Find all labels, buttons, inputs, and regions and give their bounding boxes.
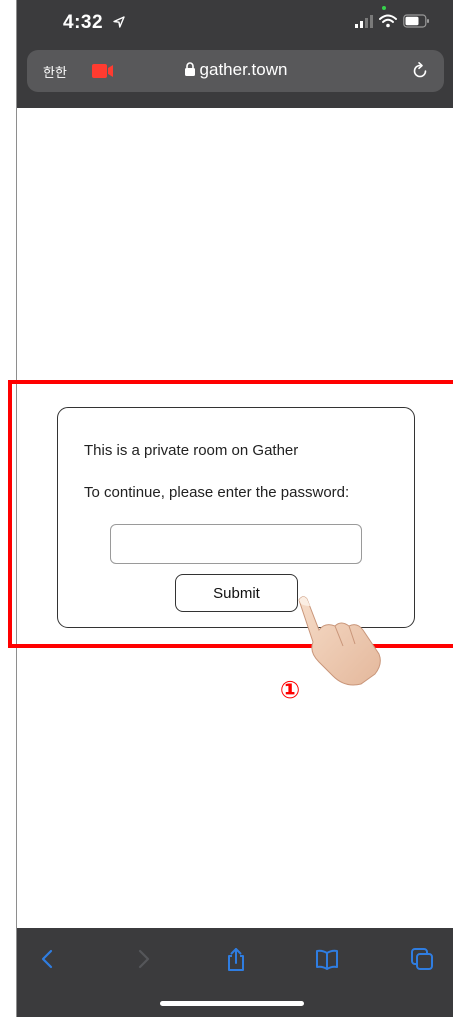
tapping-hand-icon bbox=[298, 596, 381, 686]
share-icon[interactable] bbox=[223, 946, 249, 972]
signal-icon bbox=[355, 14, 373, 28]
step-number-marker: ① bbox=[279, 676, 301, 704]
browser-toolbar bbox=[17, 928, 453, 1017]
url-display[interactable]: gather.town bbox=[27, 60, 444, 80]
status-time: 4:32 bbox=[63, 12, 104, 33]
forward-icon[interactable] bbox=[130, 946, 156, 972]
battery-icon bbox=[403, 14, 429, 28]
private-room-message: This is a private room on Gather bbox=[84, 442, 299, 459]
reload-icon[interactable] bbox=[410, 61, 430, 81]
password-input[interactable] bbox=[110, 524, 362, 564]
password-prompt: To continue, please enter the password: bbox=[84, 484, 350, 501]
home-indicator[interactable] bbox=[160, 1001, 304, 1006]
tabs-icon[interactable] bbox=[409, 946, 435, 972]
phone-screen: 4:32 한한 gather.town This is a private ro… bbox=[8, 0, 453, 1017]
location-arrow-icon bbox=[113, 16, 125, 28]
wifi-icon bbox=[379, 14, 397, 28]
status-icons bbox=[355, 14, 430, 28]
screenshot-frame: 4:32 한한 gather.town This is a private ro… bbox=[0, 0, 453, 1017]
lock-icon bbox=[184, 62, 195, 76]
url-text: gather.town bbox=[199, 60, 288, 79]
address-bar[interactable]: 한한 gather.town bbox=[27, 50, 444, 92]
bookmarks-icon[interactable] bbox=[314, 946, 340, 972]
browser-top-chrome: 4:32 한한 gather.town bbox=[17, 0, 453, 108]
mic-indicator-dot bbox=[382, 6, 386, 10]
back-icon[interactable] bbox=[35, 946, 61, 972]
